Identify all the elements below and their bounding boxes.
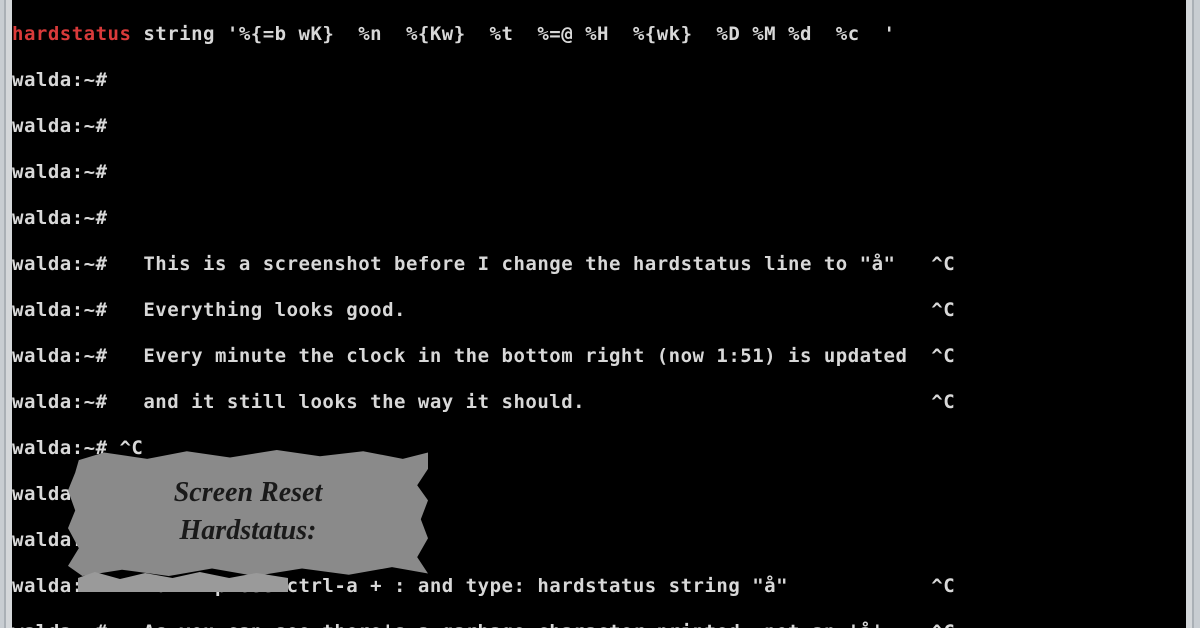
terminal-line: walda:~# As you can see there's a garbag… bbox=[12, 621, 1186, 628]
overlay-label-card: Screen Reset Hardstatus: bbox=[68, 450, 428, 576]
terminal-line: walda:~# bbox=[12, 161, 1186, 184]
terminal-line: hardstatus string '%{=b wK} %n %{Kw} %t … bbox=[12, 23, 1186, 46]
shell-prompt: walda:~# bbox=[12, 161, 108, 183]
shell-prompt: walda:~# bbox=[12, 299, 108, 321]
overlay-label: Screen Reset Hardstatus: bbox=[68, 450, 428, 576]
terminal-line: walda:~# and it still looks the way it s… bbox=[12, 391, 1186, 414]
overlay-label-line2: Hardstatus: bbox=[98, 512, 398, 550]
terminal-line: walda:~# Every minute the clock in the b… bbox=[12, 345, 1186, 368]
terminal-line: walda:~# Everything looks good. ^C bbox=[12, 299, 1186, 322]
terminal-text: Every minute the clock in the bottom rig… bbox=[108, 345, 956, 367]
terminal-text: Everything looks good. ^C bbox=[108, 299, 956, 321]
shell-prompt: walda:~# bbox=[12, 207, 108, 229]
shell-prompt: walda:~# bbox=[12, 345, 108, 367]
terminal-text: As you can see there's a garbage charact… bbox=[108, 621, 956, 628]
shell-prompt: walda:~# bbox=[12, 621, 108, 628]
hardstatus-keyword: hardstatus bbox=[12, 23, 131, 45]
overlay-label-line1: Screen Reset bbox=[98, 474, 398, 512]
terminal-line: walda:~# This is a screenshot before I c… bbox=[12, 253, 1186, 276]
shell-prompt: walda:~# bbox=[12, 115, 108, 137]
hardstatus-args: string '%{=b wK} %n %{Kw} %t %=@ %H %{wk… bbox=[131, 23, 895, 45]
terminal-line: walda:~# bbox=[12, 115, 1186, 138]
shell-prompt: walda:~# bbox=[12, 391, 108, 413]
shell-prompt: walda:~# bbox=[12, 69, 108, 91]
terminal-text: and it still looks the way it should. ^C bbox=[108, 391, 956, 413]
terminal-line: walda:~# bbox=[12, 69, 1186, 92]
terminal-line: walda:~# bbox=[12, 207, 1186, 230]
shell-prompt: walda:~# bbox=[12, 253, 108, 275]
terminal-text: This is a screenshot before I change the… bbox=[108, 253, 956, 275]
